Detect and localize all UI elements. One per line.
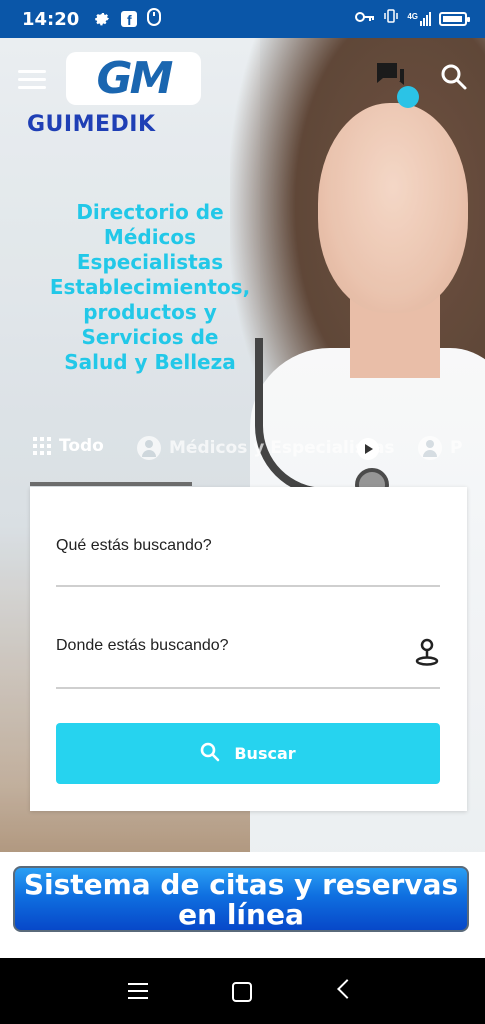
tagline-line: productos y xyxy=(83,300,217,324)
mouse-icon xyxy=(147,7,162,31)
where-search-field[interactable]: Donde estás buscando? xyxy=(56,637,440,689)
key-icon xyxy=(355,10,375,28)
vibrate-icon xyxy=(383,8,399,29)
tagline-line: Médicos xyxy=(103,225,197,249)
settings-gear-icon xyxy=(93,8,111,31)
buscar-label: Buscar xyxy=(234,744,296,763)
search-card: Qué estás buscando? Donde estás buscando… xyxy=(30,487,467,811)
menu-icon[interactable] xyxy=(18,70,46,90)
tab-todo[interactable]: Todo xyxy=(33,436,104,456)
logo-text: GM xyxy=(96,53,174,104)
tagline-line: Directorio de xyxy=(76,200,224,224)
tagline-line: Especialistas xyxy=(76,250,224,274)
status-time: 14:20 xyxy=(22,8,80,30)
person-icon xyxy=(137,436,161,460)
person-icon xyxy=(418,436,442,460)
tagline-line: Servicios de xyxy=(81,325,219,349)
battery-icon xyxy=(439,11,470,26)
banner-text: Sistema de citas y reservas en línea xyxy=(23,868,459,931)
facebook-icon: f xyxy=(121,11,138,27)
tagline-line: Establecimientos, xyxy=(49,275,251,299)
tagline-line: Salud y Belleza xyxy=(64,350,236,374)
nav-recents-icon[interactable] xyxy=(128,983,148,999)
grid-icon xyxy=(33,437,51,455)
appointments-banner[interactable]: Sistema de citas y reservas en línea xyxy=(13,866,469,932)
what-search-field[interactable]: Qué estás buscando? xyxy=(56,537,440,587)
buscar-button[interactable]: Buscar xyxy=(56,723,440,784)
category-tabs: Todo Médicos y Especialistas P xyxy=(0,436,485,466)
tagline: Directorio de Médicos Especialistas Esta… xyxy=(30,200,270,375)
status-bar: 14:20 f 4G xyxy=(0,0,485,38)
signal-4g-icon: 4G xyxy=(407,11,431,26)
tab-medicos[interactable]: Médicos y Especialistas xyxy=(137,436,395,460)
notification-dot xyxy=(397,86,419,108)
nav-home-icon[interactable] xyxy=(232,982,252,1002)
brand-name: GUIMEDIK xyxy=(27,112,156,137)
location-pin-icon[interactable] xyxy=(414,637,440,667)
logo[interactable]: GM xyxy=(66,52,201,105)
active-tab-indicator xyxy=(30,482,192,486)
play-icon[interactable] xyxy=(357,438,379,460)
tab-more[interactable]: P xyxy=(418,436,462,460)
where-search-input[interactable]: Donde estás buscando? xyxy=(56,637,229,654)
what-search-input[interactable]: Qué estás buscando? xyxy=(56,537,212,554)
search-icon[interactable] xyxy=(440,63,468,91)
search-icon xyxy=(200,742,220,766)
tab-label: P xyxy=(450,438,463,458)
tab-label: Todo xyxy=(59,436,104,456)
